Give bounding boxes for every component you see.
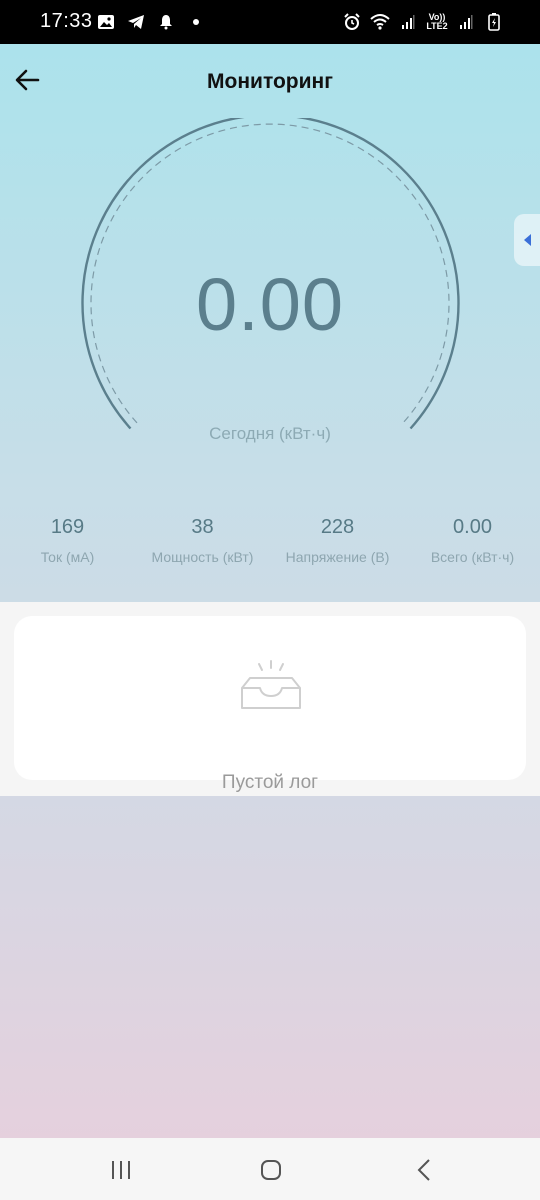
stat-power: 38 Мощность (кВт) (135, 516, 270, 586)
home-icon (261, 1160, 281, 1180)
telegram-icon (126, 12, 146, 32)
alarm-icon (342, 12, 362, 32)
stat-label: Всего (кВт·ч) (430, 549, 515, 565)
signal-icon (398, 12, 418, 32)
page-title: Мониторинг (207, 70, 333, 93)
side-drawer-tab[interactable] (514, 214, 540, 266)
dot-icon (186, 12, 206, 32)
empty-inbox-icon (241, 660, 301, 709)
recent-apps-icon (112, 1161, 130, 1179)
stat-label: Ток (мА) (40, 549, 95, 565)
system-nav-bar (0, 1138, 540, 1200)
battery-icon (484, 12, 504, 32)
empty-log-text: Пустой лог (221, 772, 319, 793)
log-section: Пустой лог (0, 602, 540, 796)
home-button[interactable] (257, 1156, 285, 1184)
gauge-caption: Сегодня (кВт·ч) (209, 424, 331, 443)
stat-label: Напряжение (В) (285, 549, 390, 565)
back-icon (417, 1159, 430, 1181)
stat-label: Мощность (кВт) (151, 549, 254, 565)
gauge-value: 0.00 (195, 263, 345, 346)
signal-icon-2 (456, 12, 476, 32)
status-left-icons (96, 12, 206, 32)
status-time: 17:33 (40, 10, 93, 32)
volte-lte2-icon: Vo)) LTE2 (426, 12, 448, 32)
stats-row: 169 Ток (мА) 38 Мощность (кВт) 228 Напря… (0, 516, 540, 586)
stat-value: 0.00 (453, 516, 492, 538)
stat-value: 169 (50, 516, 85, 538)
stat-value: 38 (191, 516, 214, 538)
status-right-icons: Vo)) LTE2 (342, 12, 504, 32)
app-header: Мониторинг (0, 44, 540, 118)
lte2-label: LTE2 (426, 21, 448, 31)
nav-back-button[interactable] (410, 1156, 438, 1184)
status-bar: 17:33 Vo)) LTE2 (0, 0, 540, 44)
log-card: Пустой лог (14, 616, 526, 793)
stat-total: 0.00 Всего (кВт·ч) (405, 516, 540, 586)
image-icon (96, 12, 116, 32)
wifi-icon (370, 12, 390, 32)
triangle-left-icon (524, 234, 531, 246)
notification-bell-icon (156, 12, 176, 32)
recent-apps-button[interactable] (107, 1156, 135, 1184)
stat-value: 228 (320, 516, 355, 538)
stat-voltage: 228 Напряжение (В) (270, 516, 405, 586)
stat-current: 169 Ток (мА) (0, 516, 135, 586)
